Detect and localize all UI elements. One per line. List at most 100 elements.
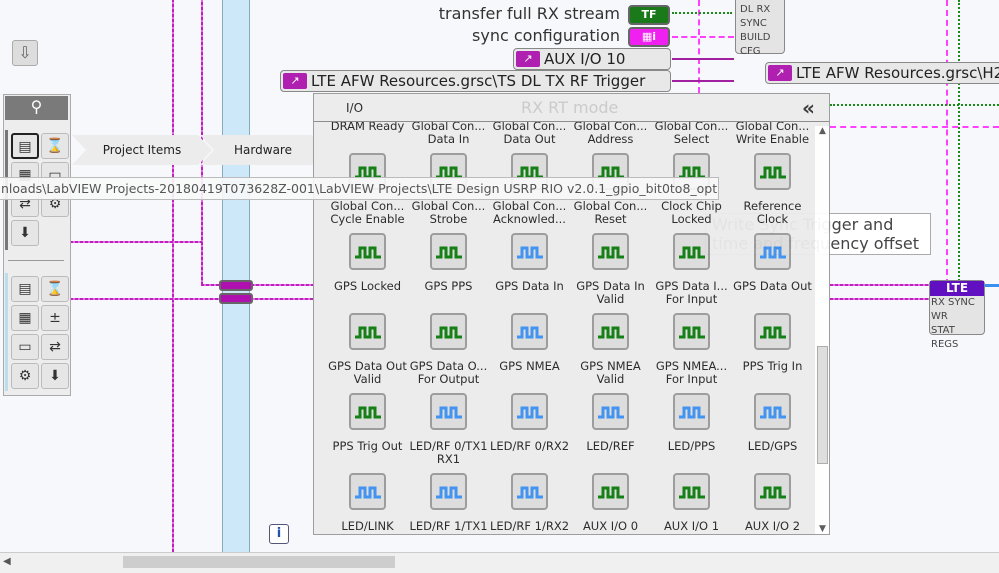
signal-icon [349,313,386,350]
wire [172,0,174,552]
signal-icon [754,153,791,190]
palette-item[interactable]: Global Con... Write Enable [732,122,813,146]
signal-icon [754,233,791,270]
signal-icon [511,313,548,350]
palette-item[interactable]: GPS NMEA [489,313,570,373]
palette-item[interactable]: PPS Trig In [732,313,813,373]
palette-item[interactable]: GPS Locked [327,233,408,293]
palette-item[interactable]: LED/GPS [732,393,813,453]
palette-item[interactable]: PPS Trig Out [327,393,408,453]
tunnel [219,280,253,291]
palette-item[interactable]: AUX I/O 1 [651,473,732,533]
palette-item[interactable]: LED/REF [570,393,651,453]
wire [830,284,930,286]
palette-item[interactable]: GPS Data Out [732,233,813,293]
signal-icon [511,473,548,510]
wire [70,298,313,300]
scroll-up-arrow[interactable]: ▲ [815,126,829,136]
palette-category-icon[interactable]: ± [41,305,69,331]
separator [8,260,64,261]
selection-bar [5,273,8,391]
palette-category-icon[interactable]: ▤ [11,276,39,302]
palette-category-icon[interactable]: ⇄ [41,334,69,360]
palette-item[interactable]: LED/RF 0/RX2 [489,393,570,453]
palette-item[interactable]: Global Con... Address [570,122,651,146]
palette-category-icon[interactable]: ⌛ [41,133,69,159]
signal-icon [511,233,548,270]
wire [672,58,734,60]
palette-item[interactable]: LED/RF 0/TX1 RX1 [408,393,489,466]
palette-item[interactable]: LED/PPS [651,393,732,453]
signal-icon [349,233,386,270]
scroll-thumb[interactable] [123,556,395,568]
signal-icon [673,473,710,510]
palette-item[interactable]: LED/LINK [327,473,408,533]
palette-item[interactable]: GPS Data I... For Input [651,233,732,306]
palette-item[interactable]: GPS Data In [489,233,570,293]
signal-icon [430,313,467,350]
scroll-thumb[interactable] [817,346,828,464]
wire [830,126,999,128]
palette-item[interactable]: Reference Clock [732,153,813,226]
horizontal-scrollbar[interactable]: ◀ [0,552,999,573]
info-button[interactable]: i [269,524,289,544]
signal-icon [754,393,791,430]
palette-category-icon[interactable]: ⬇ [41,363,69,389]
resource-reference[interactable]: ↗ LTE AFW Resources.grsc\TS DL TX RF Trig… [280,70,671,92]
vertical-scrollbar[interactable]: ▲ ▼ [815,126,829,534]
signal-icon [754,313,791,350]
signal-icon [430,233,467,270]
palette-item[interactable]: AUX I/O 2 [732,473,813,533]
tunnel [219,293,253,304]
signal-icon [511,393,548,430]
resource-reference[interactable]: ↗ LTE AFW Resources.grsc\H2T [765,62,999,84]
breadcrumb-project-items[interactable]: Project Items [72,135,212,165]
reference-icon: ↗ [768,65,792,81]
scroll-left-arrow[interactable]: ◀ [3,556,11,567]
palette-item[interactable]: GPS Data Out Valid [327,313,408,386]
signal-icon [349,473,386,510]
palette-item[interactable]: GPS Data In Valid [570,233,651,306]
palette-item[interactable]: LED/RF 1/TX1 [408,473,489,533]
boolean-terminal[interactable]: TF [628,5,670,25]
palette-item[interactable]: GPS PPS [408,233,489,293]
palette-item[interactable]: AUX I/O 0 [570,473,651,533]
search-icon: ⚲ [30,97,43,116]
subvi-lte-rx-sync-wr-stat-regs[interactable]: LTE RX SYNC WR STAT REGS [929,280,985,350]
palette-category-icon[interactable]: ▭ [11,334,39,360]
ghost-rx-rt-mode-label: RX RT mode [521,98,619,117]
search-button[interactable]: ⚲ [5,96,68,120]
signal-icon [430,393,467,430]
palette-item[interactable]: Global Con... Data Out [489,122,570,146]
palette-title: I/O [346,101,364,115]
scroll-down-arrow[interactable]: ▼ [815,524,829,534]
wire [985,284,999,287]
palette-item[interactable]: DRAM Ready [327,122,408,133]
wire [672,80,734,82]
palette-item[interactable]: GPS Data O... For Output [408,313,489,386]
palette-item[interactable]: LED/RF 1/RX2 [489,473,570,533]
download-icon[interactable]: ⇩ [12,40,38,66]
cluster-terminal[interactable]: ▦i [628,27,670,47]
timeline-band [222,0,250,552]
signal-icon [754,473,791,510]
path-tooltip: nloads\LabVIEW Projects-20180419T073628Z… [0,177,719,200]
signal-icon [592,313,629,350]
palette-category-icon[interactable]: ▦ [11,305,39,331]
palette-category-icon[interactable]: ⚙ [11,363,39,389]
collapse-button[interactable]: « [802,96,815,120]
palette-item[interactable]: Global Con... Select [651,122,732,146]
palette-item[interactable]: Global Con... Data In [408,122,489,146]
palette-category-icon[interactable]: ▤ [11,133,39,159]
palette-item[interactable]: GPS NMEA Valid [570,313,651,386]
wire [201,284,313,286]
palette-category-icon[interactable]: ⬇ [11,220,39,246]
subvi-dl-rx-sync-build-cfg[interactable]: DL RX SYNC BUILD CFG [735,0,785,57]
breadcrumb-hardware[interactable]: Hardware [200,135,326,165]
palette-category-icon[interactable]: ⌛ [41,276,69,302]
signal-icon [592,473,629,510]
resource-reference[interactable]: ↗ AUX I/O 10 [513,48,671,70]
wire [830,104,999,106]
palette-item[interactable]: GPS NMEA... For Input [651,313,732,386]
reference-icon: ↗ [283,73,307,89]
